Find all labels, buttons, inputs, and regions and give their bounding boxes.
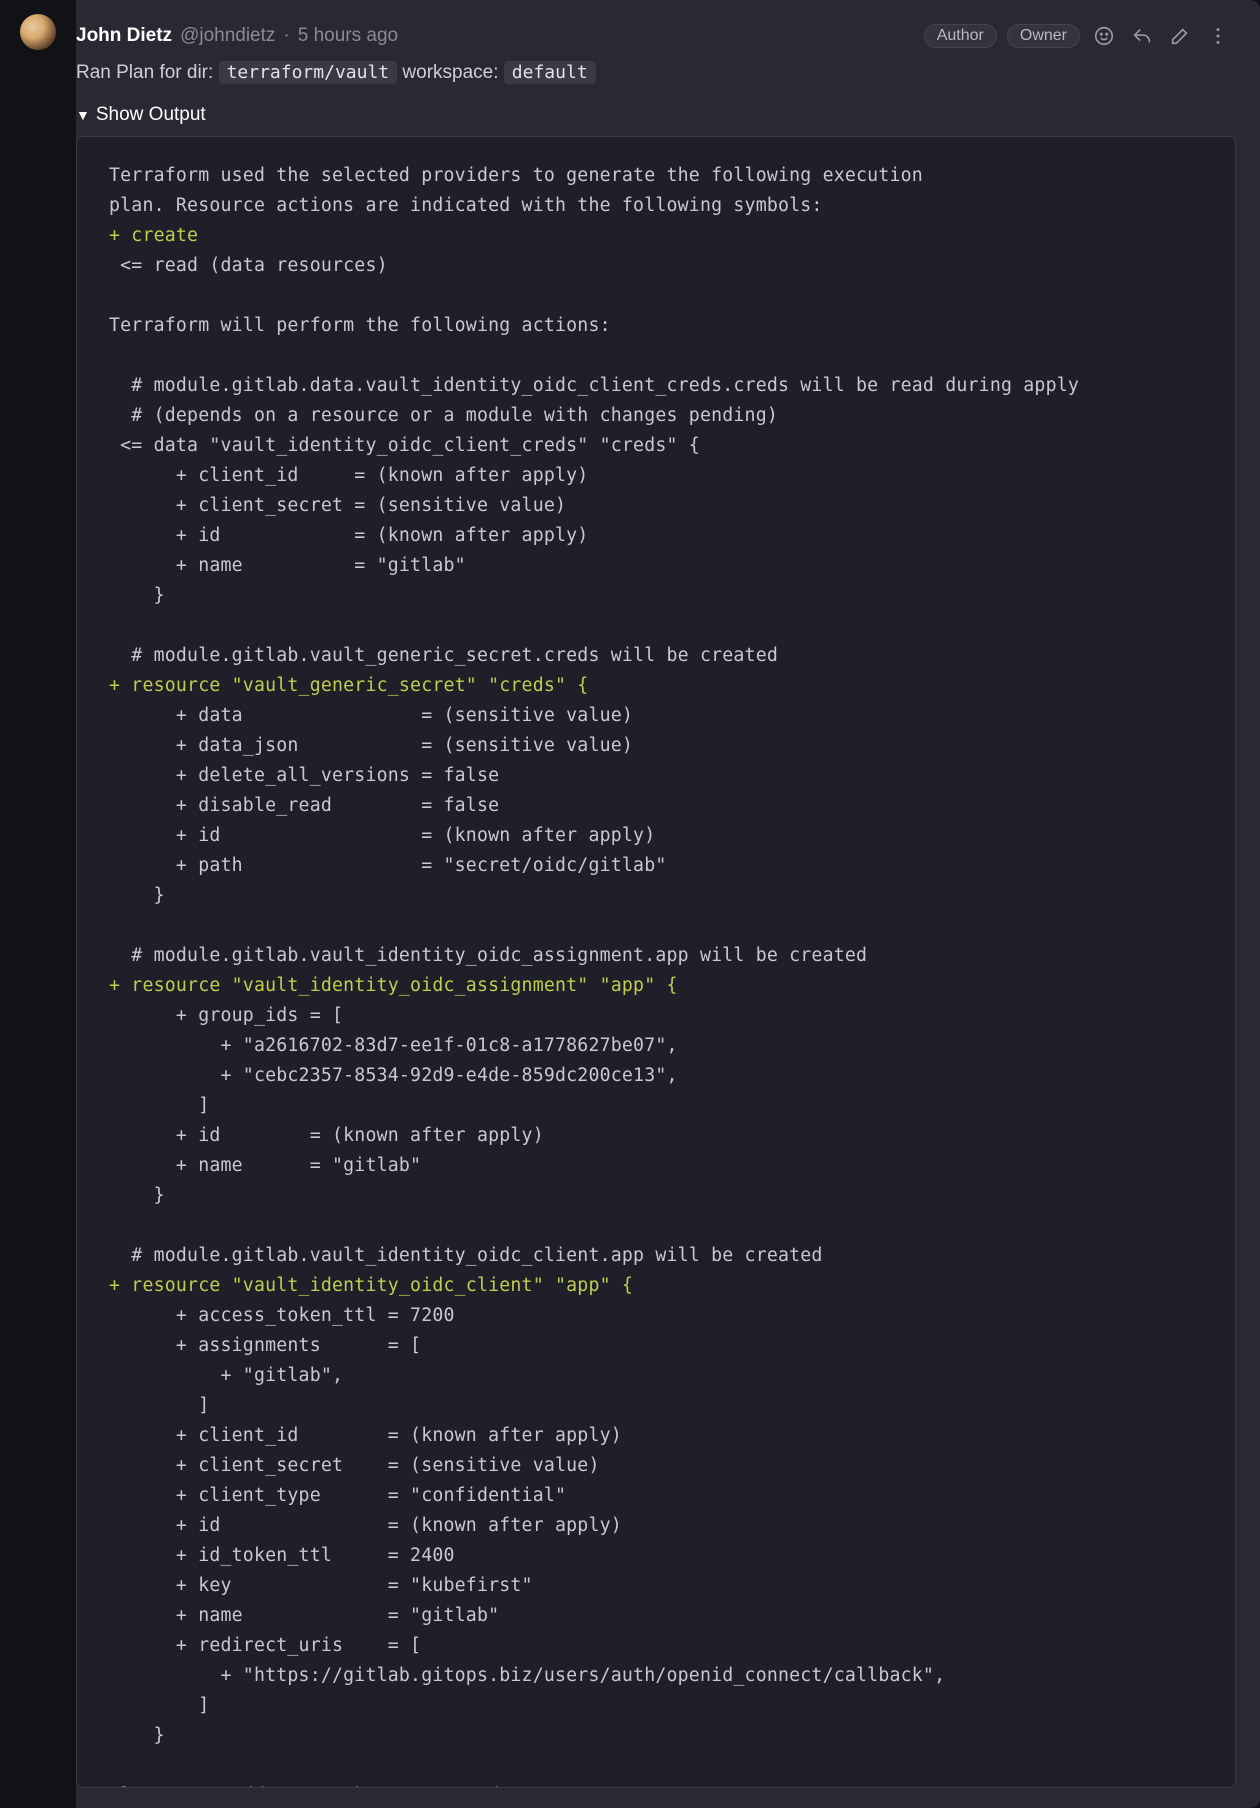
code-line: } bbox=[109, 585, 165, 606]
code-line: } bbox=[109, 885, 165, 906]
code-line: + client_secret = (sensitive value) bbox=[109, 1455, 600, 1476]
caret-down-icon: ▼ bbox=[76, 107, 90, 123]
code-line: + id_token_ttl = 2400 bbox=[109, 1545, 455, 1566]
code-line: + id = (known after apply) bbox=[109, 825, 655, 846]
code-line: + "cebc2357-8534-92d9-e4de-859dc200ce13"… bbox=[109, 1065, 678, 1086]
code-line: # (depends on a resource or a module wit… bbox=[109, 405, 778, 426]
code-line: + access_token_ttl = 7200 bbox=[109, 1305, 455, 1326]
code-line: } bbox=[109, 1185, 165, 1206]
code-line: Terraform used the selected providers to… bbox=[109, 165, 923, 186]
author-name[interactable]: John Dietz bbox=[76, 25, 172, 47]
workspace-chip: default bbox=[504, 61, 596, 84]
code-line: Plan: 3 to add, 0 to change, 0 to destro… bbox=[109, 1785, 577, 1788]
code-line: + delete_all_versions = false bbox=[109, 765, 499, 786]
toggle-label: Show Output bbox=[96, 104, 206, 126]
show-output-toggle[interactable]: ▼ Show Output bbox=[76, 104, 1236, 126]
author-handle[interactable]: @johndietz bbox=[180, 25, 275, 47]
code-line: Terraform will perform the following act… bbox=[109, 315, 611, 336]
code-line: + resource "vault_generic_secret" "creds… bbox=[109, 675, 588, 696]
avatar[interactable] bbox=[20, 14, 56, 50]
code-line: + "https://gitlab.gitops.biz/users/auth/… bbox=[109, 1665, 945, 1686]
code-line: # module.gitlab.data.vault_identity_oidc… bbox=[109, 375, 1079, 396]
timeline-gutter bbox=[0, 0, 76, 1808]
code-line: <= read (data resources) bbox=[109, 255, 388, 276]
code-line: # module.gitlab.vault_identity_oidc_assi… bbox=[109, 945, 867, 966]
code-line: + key = "kubefirst" bbox=[109, 1575, 533, 1596]
code-line: + "gitlab", bbox=[109, 1365, 343, 1386]
code-line: + name = "gitlab" bbox=[109, 1605, 499, 1626]
run-mid: workspace: bbox=[397, 62, 504, 83]
comment-card: John Dietz @johndietz · 5 hours ago Auth… bbox=[0, 0, 1260, 1808]
code-line: } bbox=[109, 1725, 165, 1746]
more-icon[interactable] bbox=[1204, 22, 1232, 50]
code-line: + client_secret = (sensitive value) bbox=[109, 495, 566, 516]
code-line: ] bbox=[109, 1695, 209, 1716]
code-line: # module.gitlab.vault_generic_secret.cre… bbox=[109, 645, 778, 666]
code-line: + client_id = (known after apply) bbox=[109, 1425, 622, 1446]
code-line: + redirect_uris = [ bbox=[109, 1635, 421, 1656]
code-line: plan. Resource actions are indicated wit… bbox=[109, 195, 823, 216]
code-line: + client_id = (known after apply) bbox=[109, 465, 588, 486]
terraform-output[interactable]: Terraform used the selected providers to… bbox=[76, 136, 1236, 1788]
author-meta: John Dietz @johndietz · 5 hours ago bbox=[76, 25, 398, 47]
code-line: + path = "secret/oidc/gitlab" bbox=[109, 855, 667, 876]
edit-icon[interactable] bbox=[1166, 22, 1194, 50]
code-line: + resource "vault_identity_oidc_assignme… bbox=[109, 975, 678, 996]
code-line: + disable_read = false bbox=[109, 795, 499, 816]
reply-icon[interactable] bbox=[1128, 22, 1156, 50]
code-line: + client_type = "confidential" bbox=[109, 1485, 566, 1506]
time-ago[interactable]: 5 hours ago bbox=[298, 25, 398, 47]
code-line: + id = (known after apply) bbox=[109, 1515, 622, 1536]
code-line: + name = "gitlab" bbox=[109, 555, 466, 576]
code-line: + "a2616702-83d7-ee1f-01c8-a1778627be07"… bbox=[109, 1035, 678, 1056]
code-line: + data = (sensitive value) bbox=[109, 705, 633, 726]
code-line: + data_json = (sensitive value) bbox=[109, 735, 633, 756]
code-line: + id = (known after apply) bbox=[109, 525, 588, 546]
comment-header: John Dietz @johndietz · 5 hours ago Auth… bbox=[76, 22, 1236, 50]
code-line: + create bbox=[109, 225, 198, 246]
code-line: + assignments = [ bbox=[109, 1335, 421, 1356]
separator-dot: · bbox=[283, 25, 289, 47]
header-actions: Author Owner bbox=[924, 22, 1232, 50]
code-line: <= data "vault_identity_oidc_client_cred… bbox=[109, 435, 700, 456]
owner-badge: Owner bbox=[1007, 24, 1080, 48]
author-badge: Author bbox=[924, 24, 997, 48]
code-line: ] bbox=[109, 1395, 209, 1416]
emoji-icon[interactable] bbox=[1090, 22, 1118, 50]
code-line: # module.gitlab.vault_identity_oidc_clie… bbox=[109, 1245, 823, 1266]
dir-chip: terraform/vault bbox=[219, 61, 398, 84]
code-line: + name = "gitlab" bbox=[109, 1155, 421, 1176]
comment-content: John Dietz @johndietz · 5 hours ago Auth… bbox=[76, 0, 1260, 1808]
code-line: ] bbox=[109, 1095, 209, 1116]
run-prefix: Ran Plan for dir: bbox=[76, 62, 219, 83]
code-line: + group_ids = [ bbox=[109, 1005, 343, 1026]
run-summary: Ran Plan for dir: terraform/vault worksp… bbox=[76, 62, 1236, 84]
code-line: + id = (known after apply) bbox=[109, 1125, 544, 1146]
code-line: + resource "vault_identity_oidc_client" … bbox=[109, 1275, 633, 1296]
